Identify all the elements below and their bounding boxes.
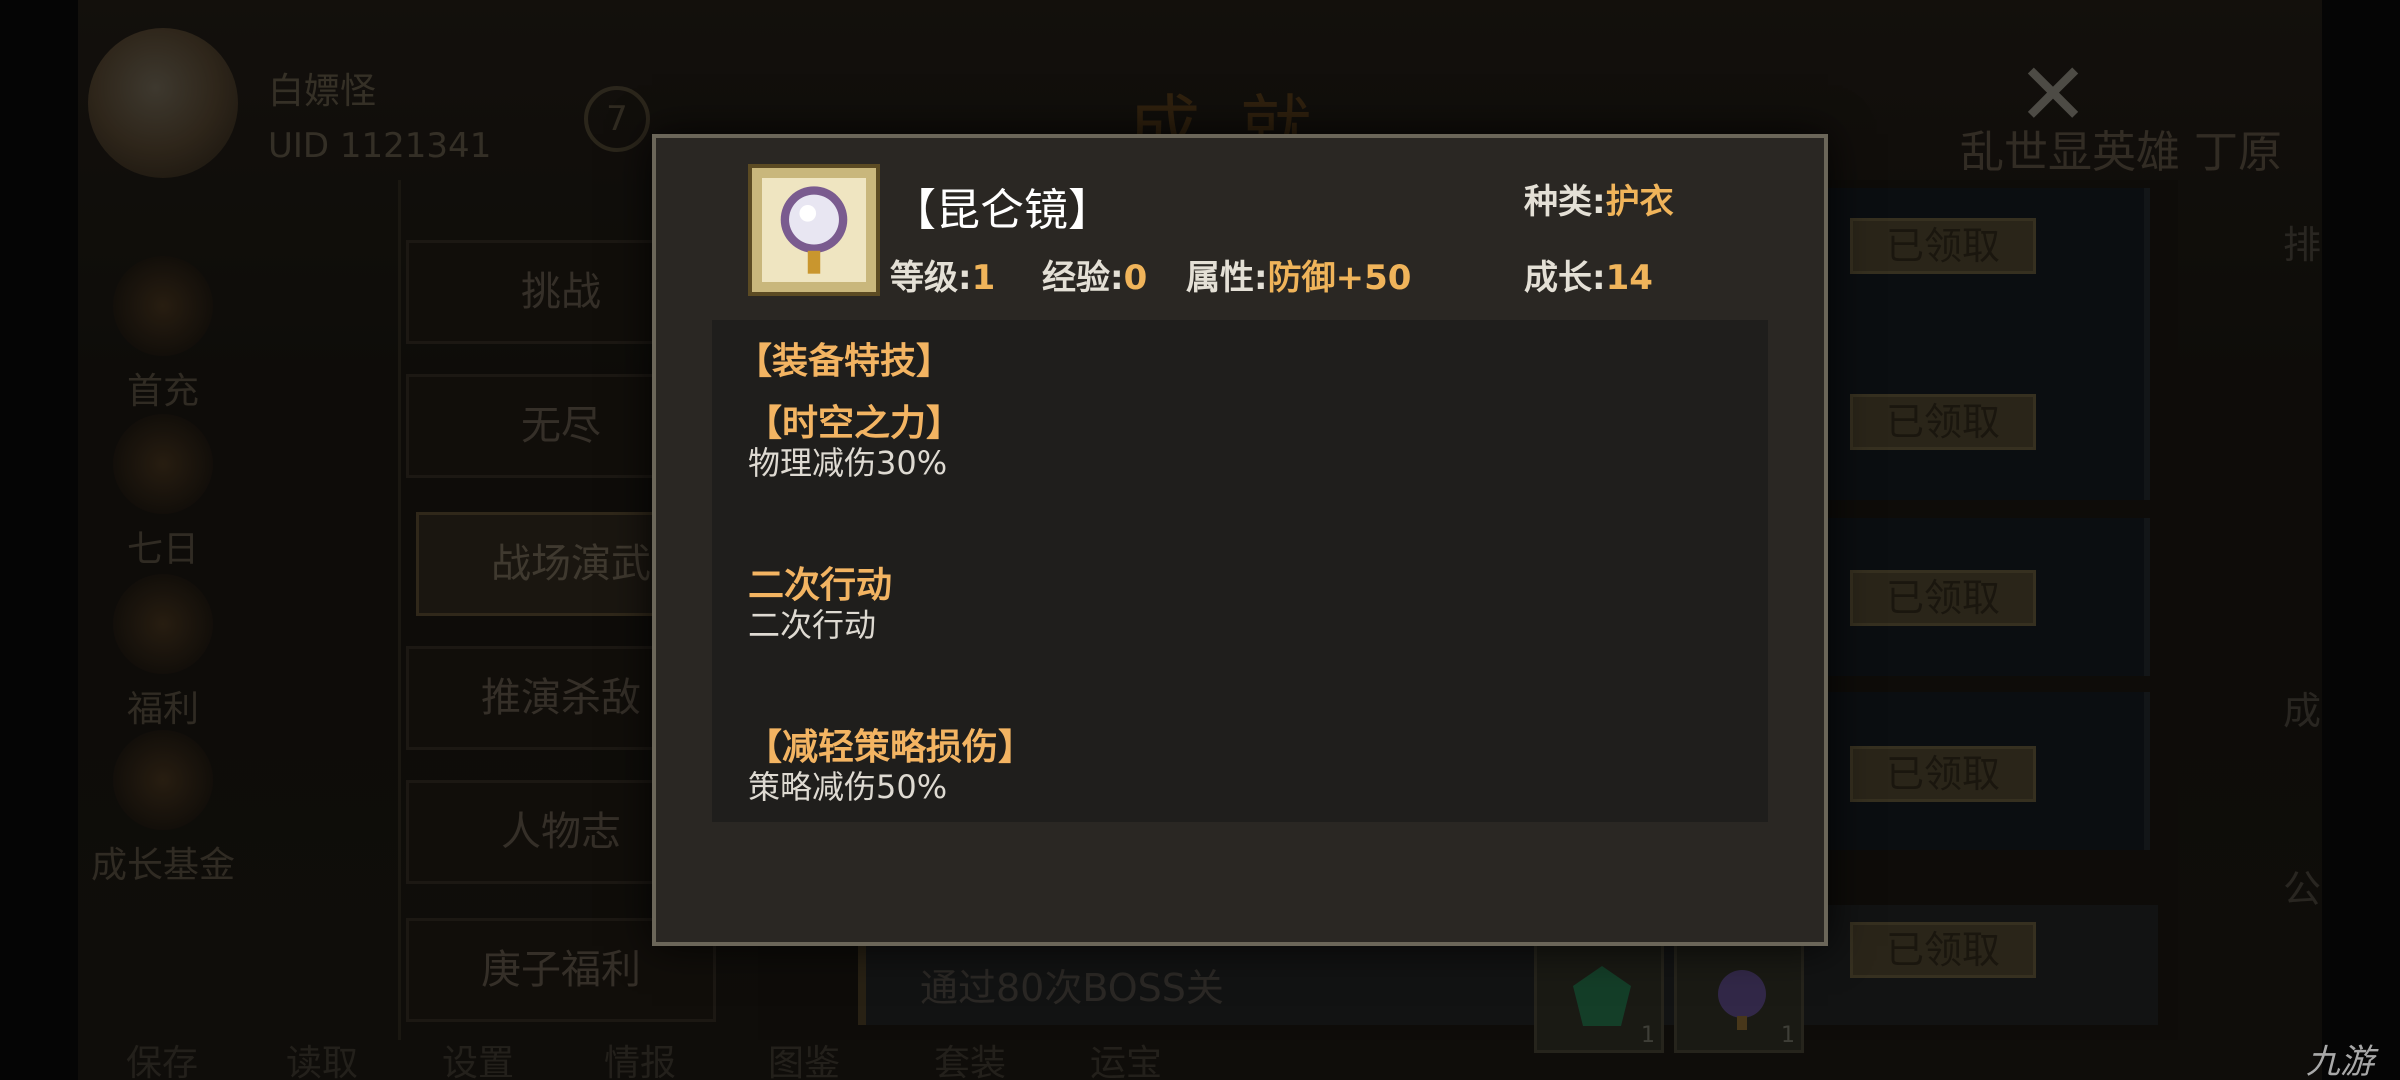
reward-slot[interactable]: 1 [1674, 935, 1804, 1053]
item-detail-modal: 【昆仑镜】 种类:护衣 等级:1 经验:0 属性:防御+50 成长:14 【装备… [652, 134, 1828, 946]
bottom-save[interactable]: 保存 [126, 1034, 198, 1080]
skill-desc: 二次行动 [748, 606, 877, 644]
level-label: 等级: [890, 258, 972, 298]
side-item-label: 福利 [126, 689, 199, 730]
achievement-description: 通过80次BOSS关 [920, 966, 1224, 1010]
reward-count: 1 [1781, 1023, 1795, 1048]
coin-icon [113, 730, 213, 830]
claimed-button[interactable]: 已领取 [1850, 570, 2036, 626]
bottom-set[interactable]: 套装 [934, 1034, 1006, 1080]
item-type: 种类:护衣 [1524, 174, 1674, 223]
item-exp: 经验:0 [1042, 250, 1147, 299]
player-uid: UID 1121341 [268, 126, 492, 166]
bottom-codex[interactable]: 图鉴 [768, 1034, 840, 1080]
level-badge: 7 [584, 86, 650, 152]
treasure-icon [113, 574, 213, 674]
side-item-announcement[interactable]: 公告 [2256, 858, 2322, 913]
claimed-button[interactable]: 已领取 [1850, 394, 2036, 450]
calendar-icon [113, 414, 213, 514]
skill-desc: 物理减伤30% [748, 444, 948, 482]
attr-value: 防御+50 [1267, 258, 1412, 298]
bottom-settings[interactable]: 设置 [442, 1034, 514, 1080]
side-item-seven-days[interactable]: 七日 [98, 414, 228, 572]
side-item-label: 七日 [126, 529, 199, 570]
item-level: 等级:1 [890, 250, 995, 299]
watermark: 九游 [2306, 1042, 2374, 1080]
level-value: 1 [971, 258, 996, 298]
bottom-intel[interactable]: 情报 [604, 1034, 676, 1080]
item-growth: 成长:14 [1524, 250, 1653, 299]
growth-label: 成长: [1524, 258, 1606, 298]
side-item-label: 公告 [2282, 867, 2322, 911]
mirror-icon [1718, 970, 1766, 1030]
close-icon[interactable]: ✕ [2008, 50, 2098, 140]
claimed-button[interactable]: 已领取 [1850, 922, 2036, 978]
type-label: 种类: [1524, 182, 1606, 222]
bottom-load[interactable]: 读取 [286, 1034, 358, 1080]
type-value: 护衣 [1605, 182, 1674, 222]
side-item-first-charge[interactable]: 首充 [98, 256, 228, 414]
screen-edge-right [2322, 0, 2400, 1080]
side-item-label: 排行 [2282, 223, 2322, 267]
avatar[interactable] [88, 28, 238, 178]
item-frame [748, 164, 880, 296]
reward-count: 1 [1641, 1023, 1655, 1048]
skills-title: 【装备特技】 [736, 341, 953, 382]
item-name: 【昆仑镜】 [892, 185, 1112, 236]
gift-icon [113, 256, 213, 356]
side-item-welfare[interactable]: 福利 [98, 574, 228, 732]
exp-value: 0 [1123, 258, 1148, 298]
side-item-label: 成就 [2282, 689, 2322, 733]
reward-slot[interactable]: 1 [1534, 935, 1664, 1053]
claimed-button[interactable]: 已领取 [1850, 218, 2036, 274]
side-item-ranking[interactable]: 排行 [2256, 214, 2322, 269]
side-item-label: 首充 [126, 371, 199, 412]
exp-label: 经验: [1042, 258, 1124, 298]
item-attribute: 属性:防御+50 [1186, 250, 1411, 299]
player-name: 白嫖怪 [268, 71, 377, 112]
side-item-achievement[interactable]: 成就 [2256, 680, 2322, 735]
claimed-button[interactable]: 已领取 [1850, 746, 2036, 802]
side-item-label: 成长基金 [90, 845, 235, 886]
gem-icon [1573, 966, 1631, 1026]
attr-label: 属性: [1186, 258, 1268, 298]
screen-edge-left [0, 0, 78, 1080]
mirror-icon [780, 186, 848, 274]
side-item-growth-fund[interactable]: 成长基金 [78, 730, 248, 888]
growth-value: 14 [1605, 258, 1653, 298]
bottom-treasure[interactable]: 运宝 [1090, 1034, 1162, 1080]
skill-desc: 策略减伤50% [748, 768, 948, 806]
skill-panel: 【装备特技】 【时空之力】 物理减伤30% 二次行动 二次行动 【减轻策略损伤】… [712, 320, 1768, 822]
